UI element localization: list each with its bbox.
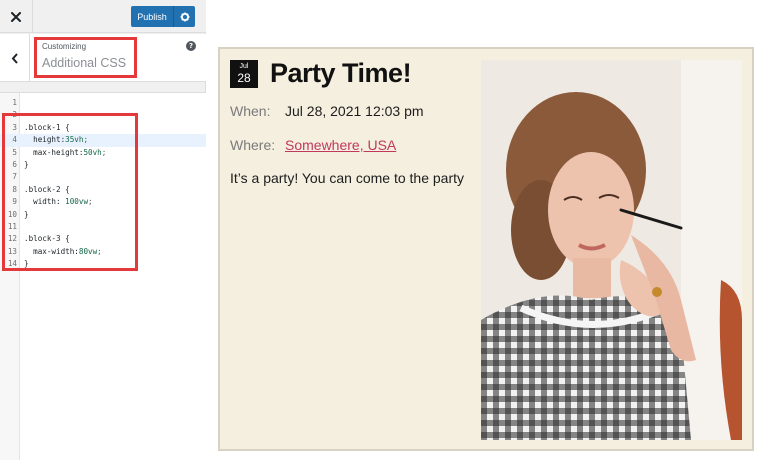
chevron-left-icon — [11, 52, 18, 64]
line-number: 4 — [12, 135, 17, 145]
publish-button[interactable]: Publish — [131, 6, 173, 27]
line-number: 2 — [12, 110, 17, 120]
line-number: 10 — [7, 209, 17, 219]
customizer-sidebar: Publish Customizing Additional CSS ? 123… — [0, 0, 206, 460]
event-description: It’s a party! You can come to the party — [230, 170, 464, 186]
code-line[interactable]: 12 .block-3 { — [0, 233, 206, 245]
code-line[interactable]: 7 — [0, 171, 206, 183]
date-badge: Jul 28 — [230, 60, 258, 88]
code-text: .block-3 { — [24, 234, 70, 244]
line-number: 13 — [7, 246, 17, 256]
code-line[interactable]: 9 width: 100vw; — [0, 196, 206, 208]
line-number: 9 — [12, 197, 17, 207]
close-icon — [11, 11, 21, 22]
when-label: When: — [230, 103, 271, 119]
code-text: .block-2 { — [24, 184, 70, 194]
line-number: 8 — [12, 184, 17, 194]
line-number: 14 — [7, 259, 17, 269]
code-line[interactable]: 6} — [0, 159, 206, 171]
help-icon[interactable]: ? — [186, 41, 196, 51]
publish-group: Publish — [131, 6, 195, 27]
back-button[interactable] — [0, 34, 30, 82]
line-number: 6 — [12, 160, 17, 169]
code-text: .block-1 { — [24, 122, 70, 132]
line-number: 7 — [12, 172, 17, 182]
code-line[interactable]: 13 max-width:80vw; — [0, 246, 206, 258]
line-number: 1 — [12, 98, 17, 107]
gear-icon — [180, 12, 189, 21]
code-text: height:35vh; — [24, 135, 89, 145]
line-number: 3 — [12, 122, 17, 132]
customizing-label: Customizing — [42, 42, 87, 51]
code-text: max-width:80vw; — [24, 246, 102, 256]
code-line[interactable]: 8 .block-2 { — [0, 184, 206, 196]
publish-settings-button[interactable] — [173, 6, 195, 27]
code-line[interactable]: 14} — [0, 258, 206, 270]
event-photo — [481, 60, 742, 440]
photo-illustration — [481, 60, 742, 440]
section-title: Additional CSS — [42, 56, 127, 70]
code-line[interactable]: 11 — [0, 221, 206, 233]
code-text: } — [24, 209, 29, 219]
where-label: Where: — [230, 137, 276, 153]
code-text: width: 100vw; — [24, 197, 93, 207]
where-link[interactable]: Somewhere, USA — [285, 137, 396, 153]
close-button[interactable] — [0, 0, 33, 33]
line-number: 11 — [7, 222, 17, 231]
code-line[interactable]: 3 .block-1 { — [0, 122, 206, 134]
code-line[interactable]: 4 height:35vh; — [0, 134, 206, 147]
line-number: 5 — [12, 147, 17, 157]
code-line[interactable]: 2 — [0, 109, 206, 121]
line-number: 12 — [7, 234, 17, 244]
date-day: 28 — [237, 71, 251, 85]
css-code-editor[interactable]: 1 2 3 .block-1 {4 height:35vh; 5 max-height:… — [0, 92, 206, 460]
when-value: Jul 28, 2021 12:03 pm — [285, 103, 424, 119]
section-header: Customizing Additional CSS — [0, 34, 206, 82]
code-line[interactable]: 5 max-height:50vh; — [0, 147, 206, 159]
code-text: max-height:50vh; — [24, 147, 107, 157]
code-text: } — [24, 160, 29, 169]
code-text: } — [24, 259, 29, 269]
event-title: Party Time! — [270, 58, 412, 88]
code-line[interactable]: 1 — [0, 97, 206, 109]
code-line[interactable]: 10} — [0, 209, 206, 221]
customizer-header: Publish — [0, 0, 206, 33]
